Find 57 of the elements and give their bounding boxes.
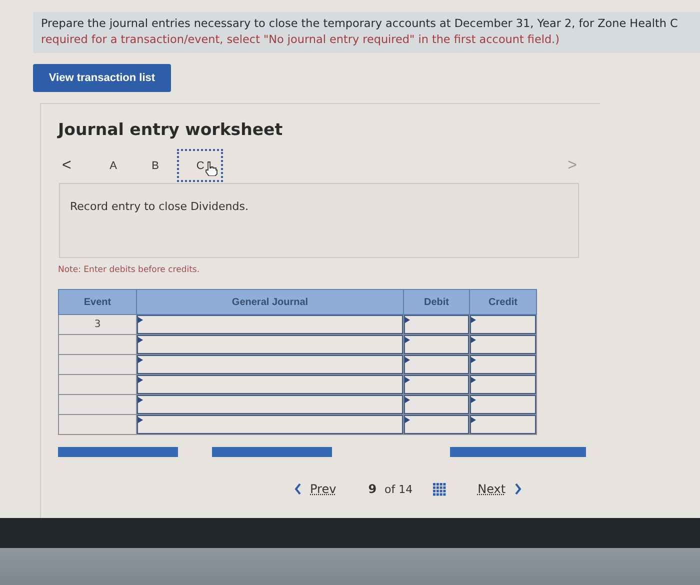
debit-field[interactable]: [404, 375, 469, 394]
debit-field[interactable]: [404, 355, 469, 374]
current-page: 9: [368, 482, 377, 496]
note-text: Note: Enter debits before credits.: [58, 265, 201, 275]
column-header: Credit: [470, 290, 536, 314]
field-marker-icon: [471, 397, 476, 403]
field-marker-icon: [138, 397, 143, 403]
worksheet-title: Journal entry worksheet: [58, 120, 284, 139]
instructions-hint: required for a transaction/event, select "No journal entry required" in the first account field.): [41, 33, 560, 47]
credit-field[interactable]: [470, 395, 536, 414]
page-total: of 14: [384, 482, 413, 496]
field-marker-icon: [471, 357, 476, 363]
instructions-text: Prepare the journal entries necessary to close the temporary accounts at December 31, Year 2, for Zone Health C: [41, 17, 679, 31]
debit-field[interactable]: [404, 415, 469, 434]
field-marker-icon: [471, 377, 476, 383]
field-marker-icon: [471, 417, 476, 423]
description-text: Record entry to close Dividends.: [70, 200, 248, 213]
account-field[interactable]: [137, 395, 403, 414]
debit-field[interactable]: [404, 395, 469, 414]
field-marker-icon: [405, 377, 410, 383]
account-field[interactable]: [137, 335, 403, 354]
field-marker-icon: [138, 417, 143, 423]
column-header: General Journal: [136, 290, 404, 314]
field-marker-icon: [138, 357, 143, 363]
next-link[interactable]: Next: [478, 482, 506, 496]
worksheet-tab[interactable]: A: [93, 149, 134, 182]
credit-field[interactable]: [470, 335, 536, 354]
field-marker-icon: [405, 337, 410, 343]
field-marker-icon: [138, 337, 143, 343]
field-marker-icon: [138, 377, 143, 383]
field-marker-icon: [405, 397, 410, 403]
column-header: Event: [58, 290, 136, 314]
debit-field[interactable]: [404, 315, 469, 334]
credit-field[interactable]: [470, 415, 536, 434]
prev-link[interactable]: Prev: [310, 482, 336, 496]
hand-cursor-icon: [205, 161, 218, 176]
field-marker-icon: [405, 317, 410, 323]
field-marker-icon: [471, 317, 476, 323]
field-marker-icon: [405, 357, 410, 363]
column-header: Debit: [404, 290, 470, 314]
credit-field[interactable]: [470, 315, 536, 334]
chevron-left-icon: [294, 483, 302, 495]
previous-tab-button[interactable]: <: [58, 156, 76, 174]
field-marker-icon: [138, 317, 143, 323]
field-marker-icon: [471, 337, 476, 343]
account-field[interactable]: [137, 355, 403, 374]
chevron-right-icon: [514, 483, 522, 495]
account-field[interactable]: [137, 315, 403, 334]
field-marker-icon: [405, 417, 410, 423]
account-field[interactable]: [137, 375, 403, 394]
view-transaction-list-button[interactable]: View transaction list: [33, 64, 171, 92]
credit-field[interactable]: [470, 375, 536, 394]
account-field[interactable]: [137, 415, 403, 434]
credit-field[interactable]: [470, 355, 536, 374]
worksheet-tab[interactable]: B: [135, 149, 176, 182]
debit-field[interactable]: [404, 335, 469, 354]
grid-icon[interactable]: [432, 482, 446, 496]
